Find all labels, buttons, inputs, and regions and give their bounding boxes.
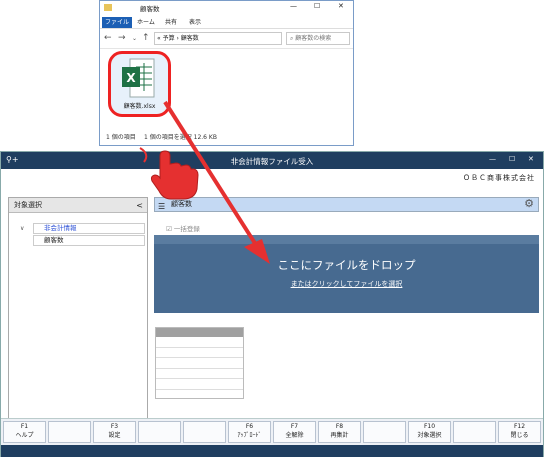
status-item-count: 1 個の項目 <box>106 134 136 141</box>
f6-upload-button[interactable]: F6 ｱｯﾌﾟﾛｰﾄﾞ <box>228 421 271 443</box>
fkey-label: ヘルプ <box>15 432 34 439</box>
tree-child-label: 顧客数 <box>44 236 64 244</box>
app-title: 非会計情報ファイル受入 <box>230 157 314 166</box>
tab-home[interactable]: ホーム <box>134 17 158 28</box>
svg-text:X: X <box>126 71 136 85</box>
tree-parent-label: 非会計情報 <box>44 224 77 232</box>
app-title-bar: ⚲+ 非会計情報ファイル受入 — ☐ ✕ <box>1 152 543 169</box>
fkey-label: 対象選択 <box>417 432 442 439</box>
fkey-label: 閉じる <box>510 432 529 439</box>
bulk-register-label: 一括登録 <box>173 225 200 233</box>
f11-button[interactable] <box>453 421 496 443</box>
grid-row <box>156 348 243 358</box>
fkey-code: F3 <box>110 423 119 430</box>
right-pane-header: ☰ 顧客数 ⚙ <box>154 197 539 212</box>
grid-row <box>156 337 243 348</box>
grid-row <box>156 369 243 379</box>
search-input[interactable]: ⌕ 顧客数の検索 <box>286 32 350 45</box>
fkey-code: F7 <box>290 423 299 430</box>
explorer-title: 顧客数 <box>140 5 160 13</box>
file-name[interactable]: 顧客数.xlsx <box>112 101 167 110</box>
left-pane-title: 対象選択 <box>14 201 42 209</box>
f10-target-select-button[interactable]: F10 対象選択 <box>408 421 451 443</box>
list-icon: ☰ <box>158 202 166 211</box>
f9-button[interactable] <box>363 421 406 443</box>
f2-button[interactable] <box>48 421 91 443</box>
target-selection-pane: 対象選択 < ∨ 非会計情報 顧客数 <box>8 197 148 422</box>
fkey-label: 全解除 <box>285 432 304 439</box>
fkey-label: ｱｯﾌﾟﾛｰﾄﾞ <box>237 432 262 439</box>
f7-clear-button[interactable]: F7 全解除 <box>273 421 316 443</box>
tree-item-non-accounting[interactable]: ∨ 非会計情報 <box>20 223 145 234</box>
tab-view[interactable]: 表示 <box>186 17 204 28</box>
gear-icon[interactable]: ⚙ <box>524 197 534 210</box>
select-file-link[interactable]: またはクリックしてファイルを選択 <box>154 279 539 289</box>
app-close-button[interactable]: ✕ <box>528 155 534 163</box>
maximize-button[interactable]: ☐ <box>314 2 320 10</box>
app-minimize-button[interactable]: — <box>489 155 496 163</box>
explorer-title-bar: 顧客数 — ☐ ✕ <box>100 1 353 15</box>
tree-item-customers[interactable]: 顧客数 <box>33 235 145 246</box>
fkey-code: F6 <box>245 423 254 430</box>
grid-header <box>156 328 243 337</box>
function-key-bar: F1 ヘルプ F3 設定 F6 ｱｯﾌﾟﾛｰﾄﾞ F7 全解除 F8 再集計 F10 対象選… <box>1 418 543 445</box>
forward-icon[interactable]: → <box>118 33 126 43</box>
drop-zone-text: ここにファイルをドロップ <box>277 258 416 272</box>
tab-share[interactable]: 共有 <box>162 17 180 28</box>
collapse-icon[interactable]: < <box>136 198 143 213</box>
chevron-down-icon[interactable]: ∨ <box>20 224 24 233</box>
fkey-code: F1 <box>20 423 29 430</box>
left-pane-header: 対象選択 < <box>9 198 147 213</box>
fkey-code: F10 <box>423 423 436 430</box>
f12-close-button[interactable]: F12 閉じる <box>498 421 541 443</box>
company-name: ＯＢＣ商事株式会社 <box>463 174 535 182</box>
explorer-ribbon: ファイル ホーム 共有 表示 <box>100 15 353 29</box>
f8-recalc-button[interactable]: F8 再集計 <box>318 421 361 443</box>
file-drop-zone[interactable]: ここにファイルをドロップ またはクリックしてファイルを選択 <box>154 235 539 313</box>
fkey-label: 設定 <box>108 432 121 439</box>
status-selection: 1 個の項目を選択 12.6 KB <box>144 134 217 141</box>
explorer-address-row: ← → ⌄ ↑ « 予算 › 顧客数 ⌕ 顧客数の検索 <box>100 29 353 49</box>
drop-zone-header <box>154 235 539 244</box>
data-grid <box>155 327 244 399</box>
search-placeholder: 顧客数の検索 <box>295 35 332 42</box>
f1-help-button[interactable]: F1 ヘルプ <box>3 421 46 443</box>
grid-row <box>156 358 243 369</box>
app-bottom-bar <box>1 445 543 457</box>
breadcrumb: « 予算 › 顧客数 <box>157 35 199 42</box>
chevron-down-icon[interactable]: ⌄ <box>132 35 137 42</box>
excel-file-icon: X <box>122 58 155 98</box>
f3-settings-button[interactable]: F3 設定 <box>93 421 136 443</box>
fkey-label: 再集計 <box>330 432 349 439</box>
minimize-button[interactable]: — <box>290 2 297 10</box>
close-button[interactable]: ✕ <box>338 2 344 10</box>
app-maximize-button[interactable]: ☐ <box>509 155 515 163</box>
fkey-code: F8 <box>335 423 344 430</box>
bulk-register-checkbox[interactable]: ☑ 一括登録 <box>166 223 200 233</box>
fkey-code: F12 <box>513 423 526 430</box>
f5-button[interactable] <box>183 421 226 443</box>
back-icon[interactable]: ← <box>104 33 112 43</box>
folder-icon <box>104 4 112 11</box>
tab-file[interactable]: ファイル <box>102 17 133 28</box>
up-icon[interactable]: ↑ <box>142 33 150 43</box>
app-window: ⚲+ 非会計情報ファイル受入 — ☐ ✕ ＯＢＣ商事株式会社 対象選択 < ∨ … <box>0 151 544 457</box>
grid-row <box>156 379 243 390</box>
right-pane-title: 顧客数 <box>171 200 192 208</box>
address-bar[interactable]: « 予算 › 顧客数 <box>154 32 282 45</box>
f4-button[interactable] <box>138 421 181 443</box>
file-explorer-window: 顧客数 — ☐ ✕ ファイル ホーム 共有 表示 ← → ⌄ ↑ « 予算 › … <box>99 0 354 146</box>
